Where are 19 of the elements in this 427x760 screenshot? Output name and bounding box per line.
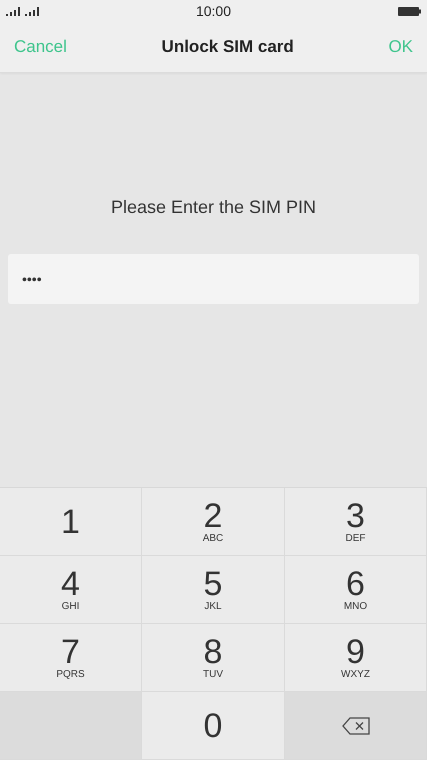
battery-icon bbox=[398, 6, 421, 16]
signal-icon bbox=[25, 6, 41, 16]
signal-icon bbox=[6, 6, 22, 16]
keypad-key[interactable]: 0 bbox=[142, 692, 285, 760]
backspace-key[interactable] bbox=[285, 692, 427, 760]
keypad-key[interactable]: 4 GHI bbox=[0, 556, 142, 624]
keypad-key[interactable]: 7 PQRS bbox=[0, 624, 142, 692]
keypad-key[interactable]: 6 MNO bbox=[285, 556, 427, 624]
keypad-key[interactable]: 2 ABC bbox=[142, 488, 285, 556]
keypad-key[interactable]: 9 WXYZ bbox=[285, 624, 427, 692]
keypad-key[interactable]: 8 TUV bbox=[142, 624, 285, 692]
screen-title: Unlock SIM card bbox=[162, 37, 294, 57]
keypad-key[interactable]: 3 DEF bbox=[285, 488, 427, 556]
keypad-key[interactable]: 5 JKL bbox=[142, 556, 285, 624]
status-time: 10:00 bbox=[196, 3, 232, 19]
pin-field[interactable]: •••• bbox=[8, 254, 419, 304]
backspace-icon bbox=[342, 716, 370, 734]
keypad-key[interactable]: 1 bbox=[0, 488, 142, 556]
prompt-text: Please Enter the SIM PIN bbox=[110, 197, 318, 218]
